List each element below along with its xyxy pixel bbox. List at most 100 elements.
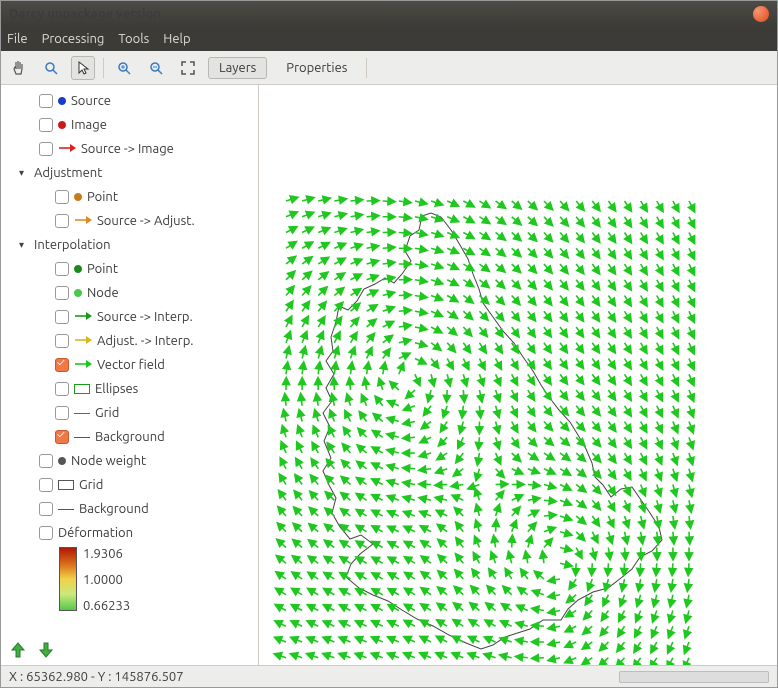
line-icon — [58, 509, 74, 510]
menu-tools[interactable]: Tools — [118, 32, 149, 46]
rect-icon — [58, 480, 74, 490]
layer-checkbox[interactable] — [55, 286, 69, 300]
zoom-tool-button[interactable] — [39, 56, 63, 80]
layer-label: Point — [87, 262, 118, 276]
dot-icon — [58, 121, 66, 129]
layer-label: Vector field — [97, 358, 165, 372]
layer-label: Node weight — [71, 454, 146, 468]
layer-row[interactable]: ▾Interpolation — [5, 233, 256, 257]
layer-checkbox[interactable] — [39, 118, 53, 132]
color-scale-labels: 1.93061.00000.66233 — [83, 547, 130, 613]
layer-order-controls — [9, 641, 55, 659]
line-icon — [74, 437, 90, 438]
layer-row[interactable]: Adjust. -> Interp. — [5, 329, 256, 353]
layer-label: Grid — [79, 478, 103, 492]
layer-checkbox[interactable] — [39, 142, 53, 156]
layers-sidebar: Source Image Source -> Image ▾ Adjustment Poi… — [1, 85, 259, 665]
map-canvas[interactable] — [259, 85, 777, 665]
zoom-out-button[interactable] — [144, 56, 168, 80]
properties-panel-button[interactable]: Properties — [275, 57, 358, 79]
layer-row[interactable]: Background — [5, 425, 256, 449]
zoom-in-button[interactable] — [112, 56, 136, 80]
layer-checkbox[interactable] — [55, 358, 69, 372]
pan-tool-button[interactable] — [7, 56, 31, 80]
layer-label: Image — [71, 118, 107, 132]
layer-label: Source — [71, 94, 111, 108]
layer-row[interactable]: Grid — [5, 473, 256, 497]
layer-checkbox[interactable] — [39, 454, 53, 468]
pointer-tool-button[interactable] — [71, 56, 95, 80]
layer-row[interactable]: Node — [5, 281, 256, 305]
layer-label: Adjust. -> Interp. — [97, 334, 193, 348]
fit-view-button[interactable] — [176, 56, 200, 80]
layer-checkbox[interactable] — [55, 310, 69, 324]
layer-checkbox[interactable] — [55, 190, 69, 204]
arrow-icon — [58, 142, 76, 156]
expand-icon[interactable]: ▾ — [19, 239, 29, 251]
layer-row[interactable]: Source -> Image — [5, 137, 256, 161]
layer-label: Déformation — [58, 526, 133, 540]
layer-checkbox[interactable] — [55, 382, 69, 396]
layer-label: Adjustment — [34, 166, 102, 180]
move-up-icon[interactable] — [9, 641, 27, 659]
arrow-icon — [74, 358, 92, 372]
layer-checkbox[interactable] — [55, 262, 69, 276]
layer-checkbox[interactable] — [39, 94, 53, 108]
toolbar-separator — [103, 58, 104, 78]
menu-help[interactable]: Help — [163, 32, 190, 46]
layer-label: Node — [87, 286, 119, 300]
arrow-icon — [74, 310, 92, 324]
layer-row[interactable]: Source — [5, 89, 256, 113]
rect-icon — [74, 384, 90, 394]
layer-row[interactable]: Point — [5, 185, 256, 209]
window-title: Darcy unpackage version — [9, 7, 753, 21]
menu-processing[interactable]: Processing — [42, 32, 105, 46]
layer-checkbox[interactable] — [55, 334, 69, 348]
layer-row[interactable]: Ellipses — [5, 377, 256, 401]
layer-label: Background — [95, 430, 165, 444]
layer-row[interactable]: ▾ Adjustment — [5, 161, 256, 185]
layer-row[interactable]: Node weight — [5, 449, 256, 473]
close-icon[interactable] — [753, 6, 769, 22]
layer-label: Source -> Image — [81, 142, 174, 156]
titlebar: Darcy unpackage version — [1, 1, 777, 27]
toolbar: Layers Properties — [1, 51, 777, 85]
menu-file[interactable]: File — [7, 32, 28, 46]
layer-row[interactable]: Déformation — [5, 521, 256, 545]
coordinates-readout: X : 65362.980 - Y : 145876.507 — [9, 670, 184, 684]
layer-label: Source -> Adjust. — [97, 214, 195, 228]
layer-label: Background — [79, 502, 149, 516]
layer-row[interactable]: Image — [5, 113, 256, 137]
layer-row[interactable]: Background — [5, 497, 256, 521]
layers-panel-button[interactable]: Layers — [208, 57, 267, 79]
layer-label: Ellipses — [95, 382, 138, 396]
dot-icon — [74, 289, 82, 297]
layer-row[interactable]: Grid — [5, 401, 256, 425]
layer-row[interactable]: Source -> Adjust. — [5, 209, 256, 233]
dot-icon — [74, 265, 82, 273]
layer-label: Point — [87, 190, 118, 204]
color-scale-bar — [59, 547, 77, 611]
layer-checkbox[interactable] — [39, 502, 53, 516]
layer-tree: Source Image Source -> Image ▾ Adjustment Poi… — [1, 85, 258, 665]
layer-checkbox[interactable] — [55, 214, 69, 228]
layer-checkbox[interactable] — [55, 430, 69, 444]
layer-row[interactable]: Source -> Interp. — [5, 305, 256, 329]
layer-checkbox[interactable] — [39, 526, 53, 540]
layer-row[interactable]: Vector field — [5, 353, 256, 377]
vector-field-display — [259, 85, 777, 665]
progress-bar — [619, 671, 769, 683]
move-down-icon[interactable] — [37, 641, 55, 659]
arrow-icon — [74, 334, 92, 348]
layer-label: Grid — [95, 406, 119, 420]
line-icon — [74, 413, 90, 414]
layer-row[interactable]: Point — [5, 257, 256, 281]
layer-checkbox[interactable] — [39, 478, 53, 492]
dot-icon — [58, 457, 66, 465]
expand-icon[interactable]: ▾ — [19, 167, 29, 179]
menubar: File Processing Tools Help — [1, 27, 777, 51]
dot-icon — [74, 193, 82, 201]
layer-checkbox[interactable] — [55, 406, 69, 420]
arrow-icon — [74, 214, 92, 228]
toolbar-separator — [366, 58, 367, 78]
